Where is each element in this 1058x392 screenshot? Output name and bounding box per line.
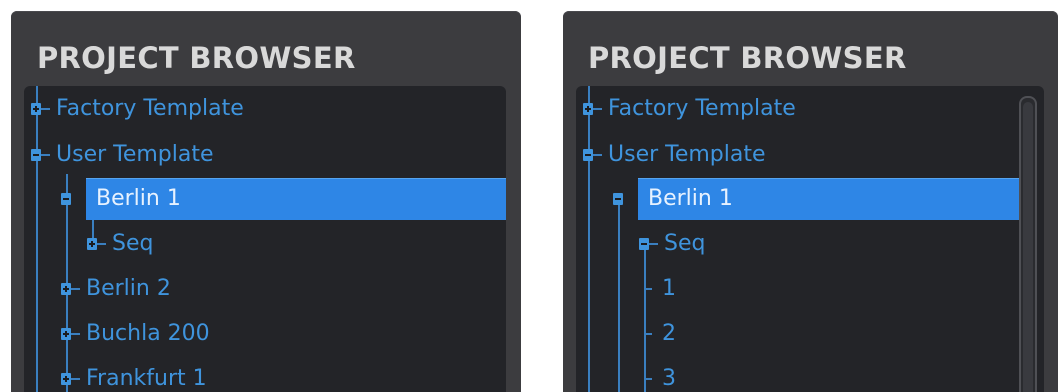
tree-connector <box>644 378 652 380</box>
tree-item-label: Factory Template <box>608 96 796 121</box>
tree-item-label: Berlin 1 <box>648 186 733 211</box>
tree-item-label: 3 <box>662 366 676 391</box>
tree-item-label: 2 <box>662 321 676 346</box>
tree-connector <box>71 333 80 335</box>
tree-item-1[interactable]: 1 <box>576 268 1016 310</box>
tree-item-seq[interactable]: Seq <box>576 223 1016 265</box>
collapse-minus-icon[interactable] <box>583 149 593 161</box>
tree-item-label: Seq <box>112 231 154 256</box>
tree-connector <box>41 108 50 110</box>
tree-connector <box>593 154 602 156</box>
tree-connector <box>644 333 652 335</box>
tree-item-factory-template[interactable]: Factory Template <box>576 88 1016 130</box>
tree-item-label: 1 <box>662 276 676 301</box>
tree-item-buchla-200[interactable]: Buchla 200 <box>24 313 506 355</box>
tree-item-user-template[interactable]: User Template <box>576 134 1016 176</box>
tree-item-berlin-1[interactable]: Berlin 1 <box>638 178 1022 220</box>
tree-item-berlin-1[interactable]: Berlin 1 <box>86 178 506 220</box>
tree-connector <box>71 378 80 380</box>
tree-item-label: Frankfurt 1 <box>86 366 207 391</box>
tree-connector <box>649 243 658 245</box>
tree-connector <box>593 108 602 110</box>
collapse-minus-icon[interactable] <box>639 238 649 250</box>
tree-item-2[interactable]: 2 <box>576 313 1016 355</box>
tree-item-label: Seq <box>664 231 706 256</box>
tree-item-label: User Template <box>608 142 766 167</box>
panel-title: PROJECT BROWSER <box>588 41 907 75</box>
tree-item-label: Berlin 2 <box>86 276 171 301</box>
tree-item-label: User Template <box>56 142 214 167</box>
scrollbar-thumb[interactable] <box>1023 102 1033 392</box>
project-browser-panel-left: PROJECT BROWSER Factory Template User Te… <box>11 11 521 392</box>
collapse-minus-icon[interactable] <box>61 193 71 205</box>
expand-plus-icon[interactable] <box>31 103 41 115</box>
vertical-scrollbar[interactable] <box>1019 96 1037 392</box>
project-tree[interactable]: Factory Template User Template Berlin 1 … <box>24 86 506 392</box>
tree-item-user-template[interactable]: User Template <box>24 134 506 176</box>
expand-plus-icon[interactable] <box>87 238 97 250</box>
expand-plus-icon[interactable] <box>61 328 71 340</box>
tree-item-frankfurt-1[interactable]: Frankfurt 1 <box>24 358 506 392</box>
tree-connector <box>97 243 106 245</box>
collapse-minus-icon[interactable] <box>613 193 623 205</box>
expand-plus-icon[interactable] <box>61 283 71 295</box>
project-browser-panel-right: PROJECT BROWSER Factory Template User Te… <box>563 11 1058 392</box>
panel-title: PROJECT BROWSER <box>37 41 356 75</box>
tree-item-factory-template[interactable]: Factory Template <box>24 88 506 130</box>
expand-plus-icon[interactable] <box>583 103 593 115</box>
tree-item-seq[interactable]: Seq <box>24 223 506 265</box>
collapse-minus-icon[interactable] <box>31 149 41 161</box>
tree-item-3[interactable]: 3 <box>576 358 1016 392</box>
expand-plus-icon[interactable] <box>61 373 71 385</box>
tree-item-label: Berlin 1 <box>96 186 181 211</box>
tree-connector <box>71 288 80 290</box>
tree-connector <box>41 154 50 156</box>
tree-item-label: Buchla 200 <box>86 321 210 346</box>
tree-item-label: Factory Template <box>56 96 244 121</box>
project-tree[interactable]: Factory Template User Template Berlin 1 … <box>576 86 1044 392</box>
tree-item-berlin-2[interactable]: Berlin 2 <box>24 268 506 310</box>
tree-connector <box>644 288 652 290</box>
